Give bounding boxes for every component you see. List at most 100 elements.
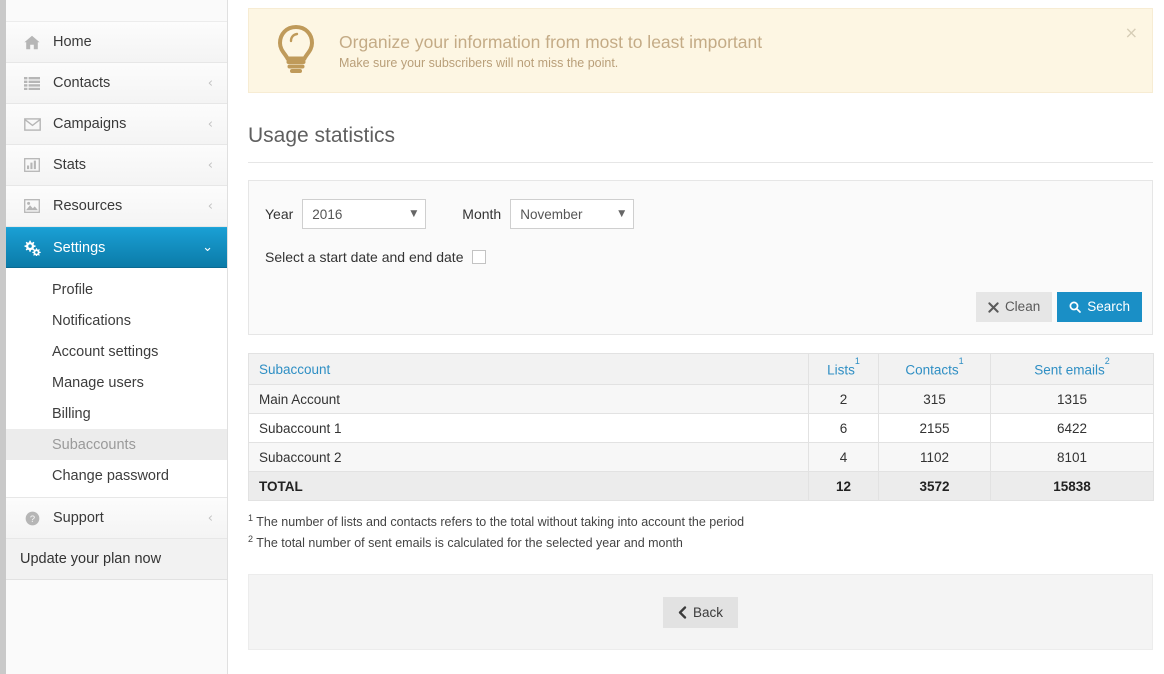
footnote-text: The total number of sent emails is calcu… xyxy=(256,535,683,550)
footnote-marker: 2 xyxy=(248,533,254,544)
sidebar-item-contacts[interactable]: Contacts ‹ xyxy=(6,63,227,104)
sidebar-item-resources[interactable]: Resources ‹ xyxy=(6,186,227,227)
usage-filter-panel: Year 2016 ▼ Month November ▼ Select a st… xyxy=(248,180,1153,335)
sidebar-subitem-notifications[interactable]: Notifications xyxy=(6,305,227,336)
footnote-marker: 1 xyxy=(854,356,860,367)
table-head: Subaccount Lists1 Contacts1 Sent emails2 xyxy=(248,353,1154,385)
chevron-left-icon xyxy=(678,605,687,619)
main-content: Organize your information from most to l… xyxy=(229,0,1164,674)
clean-button[interactable]: Clean xyxy=(975,292,1053,322)
sidebar-subitem-label: Manage users xyxy=(52,374,144,391)
chevron-left-icon: ‹ xyxy=(207,75,213,91)
table-header-row: Subaccount Lists1 Contacts1 Sent emails2 xyxy=(248,353,1154,385)
footnote: 1 The number of lists and contacts refer… xyxy=(248,512,1153,533)
table-cell-lists: 12 xyxy=(808,471,879,501)
table-cell-contacts: 3572 xyxy=(878,471,991,501)
sidebar: Home Contacts ‹ Campaigns ‹ Stats ‹ Resources ‹ S… xyxy=(6,0,228,674)
sidebar-top-spacer xyxy=(6,0,227,22)
table-cell-lists: 2 xyxy=(808,384,879,414)
table-row: Subaccount 1 6 2155 6422 xyxy=(248,413,1154,443)
chevron-left-icon: ‹ xyxy=(207,510,213,526)
search-button[interactable]: Search xyxy=(1057,292,1142,322)
sidebar-subitem-billing[interactable]: Billing xyxy=(6,398,227,429)
sidebar-subitem-manage-users[interactable]: Manage users xyxy=(6,367,227,398)
filter-row-date-range: Select a start date and end date xyxy=(265,249,1136,265)
content-container: Organize your information from most to l… xyxy=(248,0,1154,651)
table-cell-lists: 4 xyxy=(808,442,879,472)
clean-button-label: Clean xyxy=(1004,299,1041,315)
list-icon xyxy=(22,74,42,92)
table-header-label: Subaccount xyxy=(259,361,331,377)
sidebar-item-campaigns[interactable]: Campaigns ‹ xyxy=(6,104,227,145)
usage-statistics-table: Subaccount Lists1 Contacts1 Sent emails2 Ma… xyxy=(248,353,1154,501)
sidebar-settings-submenu: Profile Notifications Account settings Mana… xyxy=(6,268,227,498)
bar-chart-icon xyxy=(22,156,42,174)
table-cell-sent: 1315 xyxy=(990,384,1154,414)
table-cell-contacts: 2155 xyxy=(878,413,991,443)
month-label: Month xyxy=(462,206,502,222)
gears-icon xyxy=(22,239,42,257)
footnote: 2 The total number of sent emails is cal… xyxy=(248,533,1153,554)
date-range-checkbox[interactable] xyxy=(472,250,487,264)
chevron-down-icon: ⌄ xyxy=(202,240,213,255)
x-icon xyxy=(988,301,999,313)
year-select[interactable]: 2016 ▼ xyxy=(302,199,427,229)
sidebar-subitem-profile[interactable]: Profile xyxy=(6,274,227,305)
sidebar-item-label: Resources xyxy=(53,198,123,214)
table-header-subaccount[interactable]: Subaccount xyxy=(248,353,809,385)
chevron-left-icon: ‹ xyxy=(207,116,213,132)
footnote-marker: 1 xyxy=(248,513,254,523)
sidebar-subitem-subaccounts[interactable]: Subaccounts xyxy=(6,429,227,460)
sidebar-item-label: Home xyxy=(53,34,92,50)
table-cell-name: Subaccount 1 xyxy=(248,413,809,443)
sidebar-subitem-label: Subaccounts xyxy=(52,436,136,453)
sidebar-subitem-label: Change password xyxy=(52,467,169,484)
table-cell-contacts: 315 xyxy=(878,384,991,414)
table-header-contacts[interactable]: Contacts1 xyxy=(878,353,991,385)
sidebar-item-label: Contacts xyxy=(53,75,111,91)
table-cell-name: Subaccount 2 xyxy=(248,442,809,472)
sidebar-subitem-change-password[interactable]: Change password xyxy=(6,460,227,491)
footnote-marker: 1 xyxy=(958,356,964,367)
sidebar-item-label: Settings xyxy=(53,239,106,256)
sidebar-subitem-label: Notifications xyxy=(52,312,131,329)
sidebar-item-label: Campaigns xyxy=(53,116,127,132)
table-header-sent-emails[interactable]: Sent emails2 xyxy=(990,353,1154,385)
table-cell-sent: 6422 xyxy=(990,413,1154,443)
table-cell-name: TOTAL xyxy=(248,471,809,501)
chevron-down-icon: ▼ xyxy=(410,209,418,219)
magnifier-icon xyxy=(1069,301,1082,313)
back-button-label: Back xyxy=(692,604,723,620)
sidebar-subitem-label: Profile xyxy=(52,281,94,298)
year-select-value: 2016 xyxy=(312,206,343,222)
month-select[interactable]: November ▼ xyxy=(510,199,635,229)
question-circle-icon: ? xyxy=(22,509,42,527)
sidebar-nav-list: Home Contacts ‹ Campaigns ‹ Stats ‹ Resources ‹ S… xyxy=(6,22,227,268)
table-cell-sent: 8101 xyxy=(990,442,1154,472)
sidebar-subitem-label: Account settings xyxy=(52,343,159,360)
chevron-left-icon: ‹ xyxy=(207,198,213,214)
table-cell-lists: 6 xyxy=(808,413,879,443)
sidebar-item-settings[interactable]: Settings ⌄ xyxy=(6,227,227,268)
sidebar-subitem-label: Billing xyxy=(52,405,91,422)
table-header-lists[interactable]: Lists1 xyxy=(808,353,879,385)
sidebar-item-stats[interactable]: Stats ‹ xyxy=(6,145,227,186)
sidebar-item-support[interactable]: ? Support ‹ xyxy=(6,498,227,539)
back-button[interactable]: Back xyxy=(662,596,738,628)
close-icon[interactable]: × xyxy=(1125,25,1138,41)
table-cell-sent: 15838 xyxy=(990,471,1154,501)
sidebar-item-home[interactable]: Home xyxy=(6,22,227,63)
sidebar-update-plan-link[interactable]: Update your plan now xyxy=(6,539,227,580)
tip-banner: Organize your information from most to l… xyxy=(248,8,1153,93)
svg-text:?: ? xyxy=(29,513,34,523)
footnote-marker: 2 xyxy=(1104,356,1110,367)
footer-panel: Back xyxy=(248,574,1153,651)
table-body: Main Account 2 315 1315 Subaccount 1 6 2155 642… xyxy=(248,384,1154,501)
year-label: Year xyxy=(265,206,294,222)
month-select-value: November xyxy=(520,206,583,222)
table-footnotes: 1 The number of lists and contacts refer… xyxy=(248,512,1153,553)
table-header-label: Contacts xyxy=(905,362,959,378)
sidebar-item-label: Stats xyxy=(53,157,87,173)
table-header-label: Sent emails xyxy=(1034,362,1105,378)
sidebar-subitem-account-settings[interactable]: Account settings xyxy=(6,336,227,367)
